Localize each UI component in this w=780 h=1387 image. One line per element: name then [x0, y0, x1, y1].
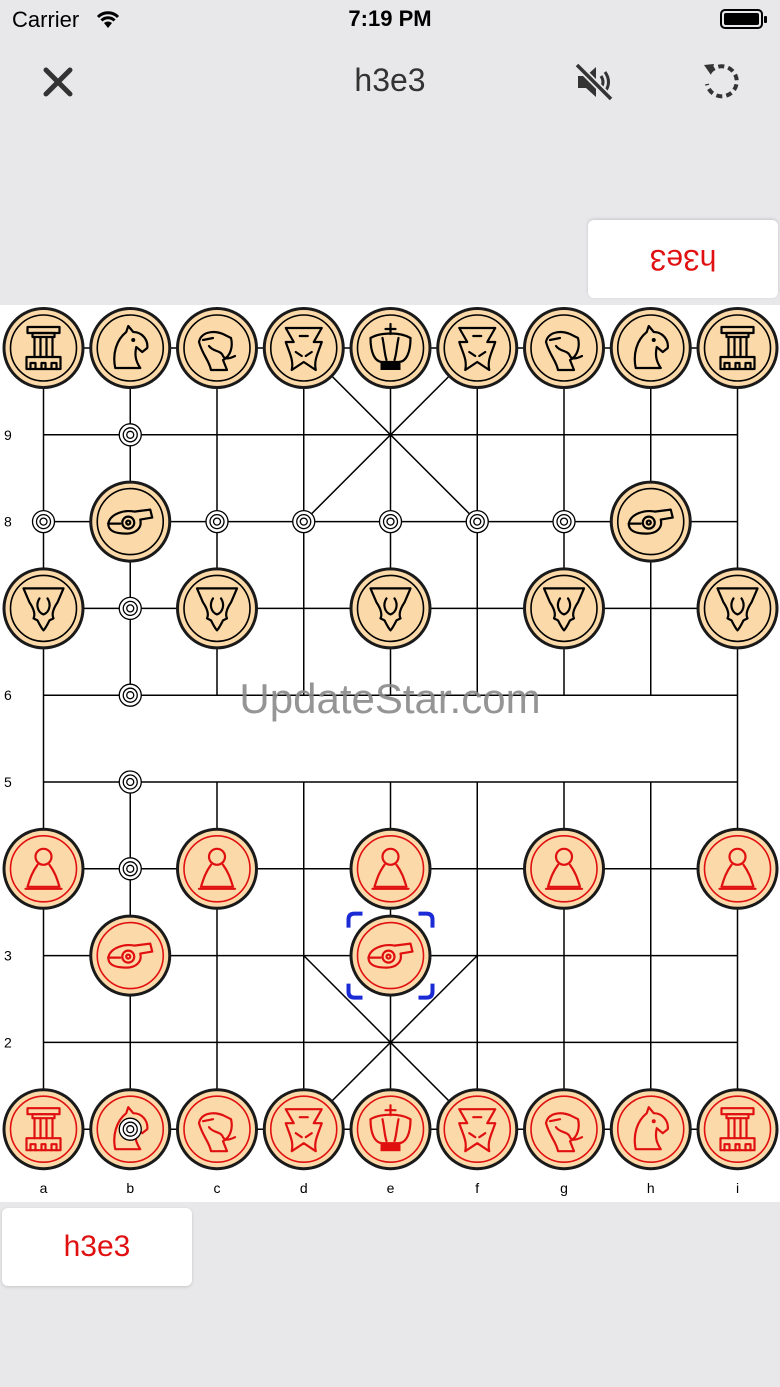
move-hint-marker[interactable]	[118, 770, 142, 794]
mute-button[interactable]	[566, 54, 622, 110]
black-cannon-piece[interactable]	[609, 480, 692, 563]
nav-bar: h3e3	[0, 40, 780, 120]
red-soldier-piece[interactable]	[349, 827, 432, 910]
black-chariot-piece[interactable]	[2, 307, 85, 389]
red-elephant-piece[interactable]	[523, 1088, 605, 1171]
page-title: h3e3	[354, 62, 426, 98]
red-soldier-piece[interactable]	[696, 827, 779, 910]
rank-label: 8	[4, 514, 12, 530]
black-elephant-piece[interactable]	[523, 307, 605, 389]
file-label: e	[387, 1180, 395, 1196]
file-label: f	[475, 1180, 479, 1196]
opponent-move-label: h3e3	[588, 220, 778, 298]
file-label: h	[647, 1180, 655, 1196]
move-hint-marker[interactable]	[465, 509, 489, 534]
rank-label: 3	[4, 948, 12, 964]
red-cannon-piece[interactable]	[89, 914, 172, 997]
red-cannon-piece[interactable]	[349, 914, 432, 997]
file-label: d	[300, 1180, 308, 1196]
rotate-board-button[interactable]	[694, 54, 750, 110]
player-move-label: h3e3	[2, 1208, 192, 1286]
black-advisor-piece[interactable]	[436, 307, 519, 389]
black-soldier-piece[interactable]	[696, 567, 779, 650]
file-label: a	[40, 1180, 48, 1196]
speaker-muted-icon	[574, 62, 614, 102]
red-advisor-piece[interactable]	[262, 1088, 345, 1171]
move-hint-marker[interactable]	[118, 596, 142, 621]
watermark: UpdateStar.com	[239, 675, 541, 722]
xiangqi-board[interactable]: abcdefghi986532 UpdateStar.com	[0, 305, 780, 1202]
red-chariot-piece[interactable]	[696, 1088, 779, 1171]
black-soldier-piece[interactable]	[2, 567, 85, 650]
move-hint-marker[interactable]	[118, 857, 142, 881]
red-soldier-piece[interactable]	[523, 827, 605, 910]
board-graphic[interactable]: a b c d e f g h i986532	[0, 305, 780, 1202]
black-horse-piece[interactable]	[89, 307, 172, 389]
move-hint-marker[interactable]	[31, 509, 56, 534]
black-cannon-piece[interactable]	[89, 480, 172, 563]
file-label: c	[214, 1180, 221, 1196]
black-horse-piece[interactable]	[609, 307, 692, 389]
black-chariot-piece[interactable]	[696, 307, 779, 389]
move-hint-marker[interactable]	[292, 509, 316, 534]
red-soldier-piece[interactable]	[176, 827, 258, 910]
file-label: i	[736, 1180, 739, 1196]
black-soldier-piece[interactable]	[176, 567, 258, 650]
battery-icon	[720, 8, 768, 35]
red-advisor-piece[interactable]	[436, 1088, 519, 1171]
rank-label: 5	[4, 774, 12, 790]
status-bar: Carrier 7:19 PM	[0, 0, 780, 40]
black-soldier-piece[interactable]	[523, 567, 605, 650]
file-label: g	[560, 1180, 568, 1196]
black-soldier-piece[interactable]	[349, 567, 432, 650]
red-elephant-piece[interactable]	[176, 1088, 258, 1171]
file-label: b	[126, 1180, 134, 1196]
rank-label: 2	[4, 1034, 12, 1050]
move-hint-marker[interactable]	[552, 509, 576, 534]
board-grid	[42, 347, 739, 1130]
black-elephant-piece[interactable]	[176, 307, 258, 389]
move-hint-marker[interactable]	[378, 509, 403, 534]
move-hint-marker[interactable]	[118, 423, 142, 447]
red-soldier-piece[interactable]	[2, 827, 85, 910]
move-hint-marker[interactable]	[205, 509, 229, 534]
rotate-icon	[704, 64, 739, 99]
black-general-piece[interactable]	[349, 307, 432, 389]
move-hint-marker[interactable]	[118, 1117, 142, 1141]
status-time: 7:19 PM	[348, 6, 432, 31]
rank-label: 9	[4, 427, 12, 443]
black-advisor-piece[interactable]	[262, 307, 345, 389]
red-chariot-piece[interactable]	[2, 1088, 85, 1171]
red-general-piece[interactable]	[349, 1088, 432, 1171]
red-horse-piece[interactable]	[609, 1088, 692, 1171]
